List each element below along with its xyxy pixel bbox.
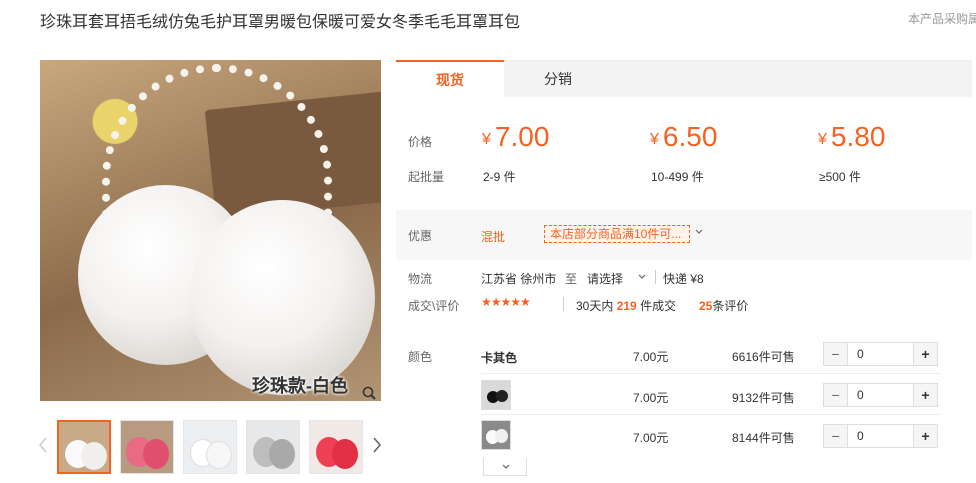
price-label: 价格 [408, 135, 433, 149]
review-count[interactable]: 25条评价 [699, 297, 748, 314]
sku-row: 7.00元 9132件可售 − + [481, 375, 941, 415]
sku-stock: 8144件可售 [732, 431, 795, 445]
sku-stock: 6616件可售 [732, 350, 795, 364]
sku-price: 7.00元 [633, 431, 669, 445]
chevron-down-icon [502, 464, 510, 469]
sku-row: 卡其色 7.00元 6616件可售 − + [481, 334, 941, 374]
earmuff-right [190, 200, 375, 395]
image-watermark: 珍珠款-白色 [252, 376, 348, 396]
promotion-label: 优惠 [408, 229, 433, 243]
promotion-text[interactable]: 本店部分商品满10件可... [544, 225, 690, 243]
chevron-down-icon[interactable] [637, 271, 647, 283]
thumb-white-earmuff[interactable] [57, 420, 111, 474]
tab-spot[interactable]: 现货 [396, 60, 504, 97]
color-label: 颜色 [408, 350, 433, 364]
plus-button[interactable]: + [913, 425, 937, 447]
deals-count: 30天内 219 件成交 [576, 299, 677, 313]
plus-button[interactable]: + [913, 384, 937, 406]
price-tier-3: ¥5.80 [818, 121, 886, 152]
shipping-fee: 快递 ¥8 [663, 272, 704, 286]
quantity-input[interactable] [849, 425, 913, 447]
color-swatch[interactable] [481, 380, 511, 410]
rating-stars: ★★★★★ [481, 295, 531, 309]
mixed-batch-tag: 混批 [481, 230, 506, 244]
sku-price: 7.00元 [633, 350, 669, 364]
price-tier-1: ¥7.00 [482, 121, 550, 152]
color-swatch[interactable] [481, 420, 511, 450]
thumb-pink-earmuff[interactable] [120, 420, 174, 474]
quantity-stepper: − + [823, 342, 938, 366]
zoom-icon[interactable] [362, 386, 376, 400]
price-tier-2: ¥6.50 [650, 121, 718, 152]
ship-to-label: 至 [565, 272, 578, 286]
plus-button[interactable]: + [913, 343, 937, 365]
thumb-white-earmuff-2[interactable] [183, 420, 237, 474]
purchase-tabs: 现货 分销 [396, 60, 972, 97]
quantity-input[interactable] [849, 343, 913, 365]
sku-row: 7.00元 8144件可售 − + [481, 416, 941, 456]
main-product-image[interactable]: 珍珠款-白色 [40, 60, 381, 401]
quantity-stepper: − + [823, 383, 938, 407]
logistics-label: 物流 [408, 272, 433, 286]
thumb-gray-earmuff[interactable] [246, 420, 300, 474]
deals-reviews-label: 成交\评价 [408, 299, 460, 313]
corner-note: 本产品采购属 [908, 12, 976, 26]
chevron-down-icon[interactable] [694, 226, 704, 238]
thumb-prev-icon[interactable] [37, 436, 49, 454]
minus-button[interactable]: − [824, 343, 848, 365]
minus-button[interactable]: − [824, 425, 848, 447]
ship-origin: 江苏省 徐州市 [481, 272, 557, 286]
tab-distribution[interactable]: 分销 [504, 61, 612, 98]
quantity-stepper: − + [823, 424, 938, 448]
range-tier-3: ≥500 件 [819, 170, 861, 184]
thumb-red-earmuff[interactable] [309, 420, 363, 474]
expand-sku-button[interactable] [483, 458, 527, 476]
minus-button[interactable]: − [824, 384, 848, 406]
sku-price: 7.00元 [633, 391, 669, 405]
thumb-next-icon[interactable] [371, 436, 383, 454]
moq-label: 起批量 [408, 170, 445, 184]
destination-select[interactable]: 请选择 [587, 270, 623, 287]
product-title: 珍珠耳套耳捂毛绒仿兔毛护耳罩男暖包保暖可爱女冬季毛毛耳罩耳包 [40, 14, 521, 31]
range-tier-1: 2-9 件 [483, 170, 516, 184]
quantity-input[interactable] [849, 384, 913, 406]
range-tier-2: 10-499 件 [651, 170, 704, 184]
sku-name: 卡其色 [481, 351, 518, 365]
sku-stock: 9132件可售 [732, 391, 795, 405]
price-tiers: 价格 起批量 ¥7.00 2-9 件 ¥6.50 10-499 件 ¥5.80 … [396, 97, 972, 197]
